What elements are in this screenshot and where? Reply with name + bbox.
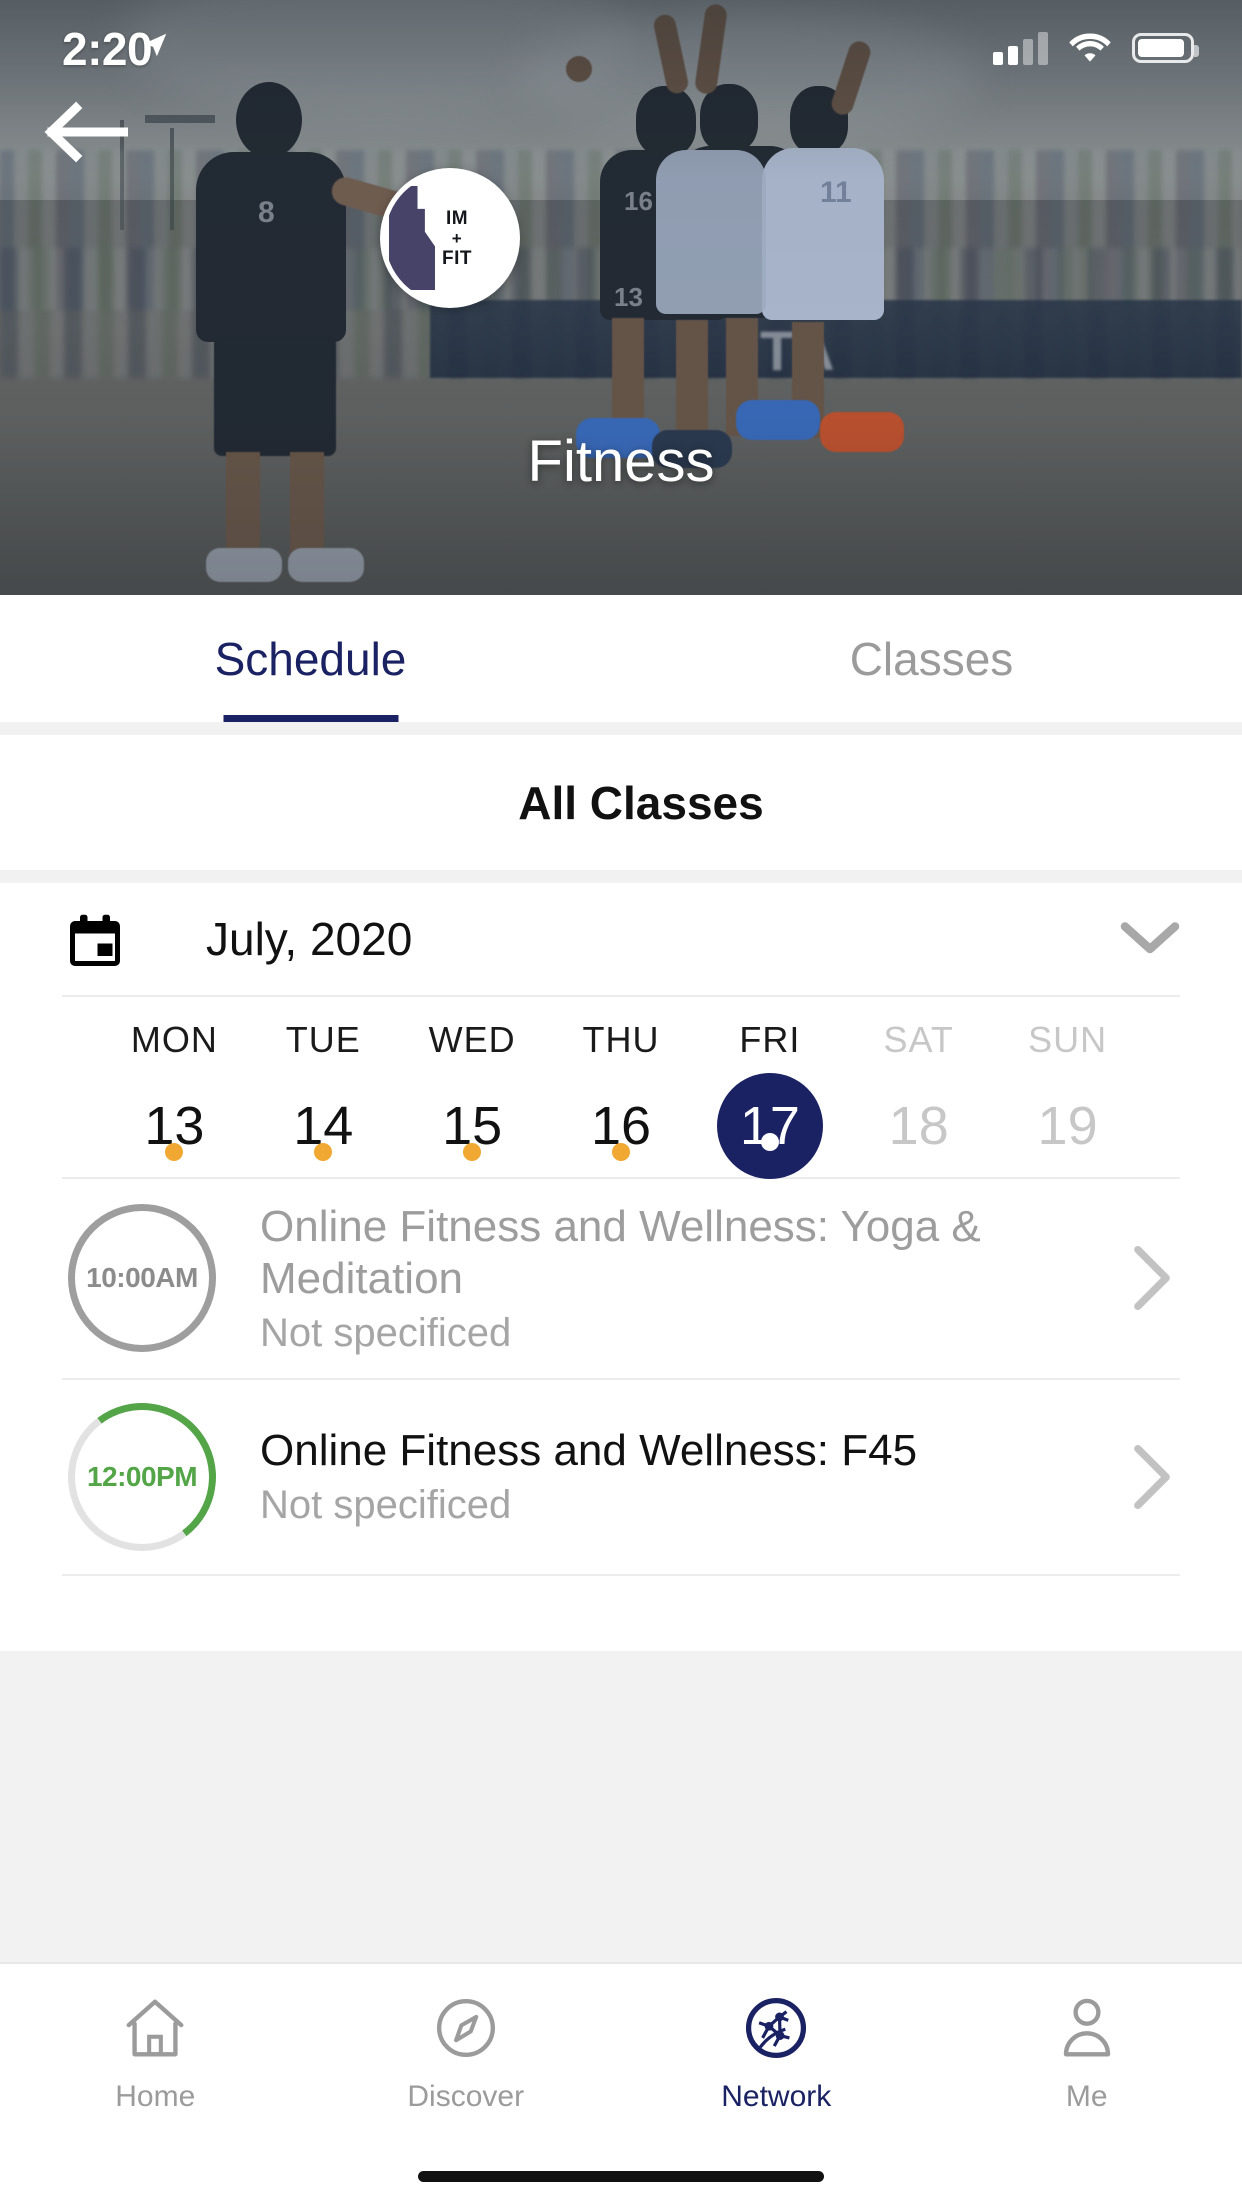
battery-icon [1132, 33, 1199, 63]
nav-item-network[interactable]: Network [621, 1990, 932, 2114]
logo-plus: + [451, 228, 463, 248]
cellular-signal-icon [993, 31, 1048, 65]
day-cell-sun[interactable]: SUN 19 [993, 997, 1142, 1177]
day-cell-tue[interactable]: TUE 14 [249, 997, 398, 1177]
day-of-week: TUE [285, 1019, 361, 1060]
class-title: Online Fitness and Wellness: F45 [260, 1426, 918, 1476]
day-cell-fri[interactable]: FRI 17 [695, 997, 844, 1179]
month-selector[interactable]: July, 2020 [62, 883, 1180, 997]
chevron-right-icon[interactable] [1130, 1443, 1174, 1511]
class-info: Online Fitness and Wellness: Yoga & Medi… [260, 1201, 1180, 1356]
chevron-down-icon[interactable] [1120, 919, 1180, 959]
nav-label-discover: Discover [407, 2080, 525, 2113]
day-of-week: FRI [739, 1019, 801, 1060]
day-number: 18 [888, 1096, 949, 1156]
class-filter-header[interactable]: All Classes [0, 735, 1242, 870]
tab-divider [0, 722, 1242, 735]
tab-schedule[interactable]: Schedule [0, 595, 621, 722]
person-icon [1049, 1990, 1125, 2066]
day-cell-sat[interactable]: SAT 18 [844, 997, 993, 1177]
day-number-selected: 17 [716, 1073, 823, 1179]
tab-schedule-label: Schedule [214, 632, 407, 685]
home-indicator[interactable] [418, 2171, 824, 2182]
day-of-week: MON [130, 1019, 218, 1060]
nav-label-network: Network [721, 2080, 832, 2113]
class-info: Online Fitness and Wellness: F45 Not spe… [260, 1425, 1180, 1528]
day-of-week: SUN [1028, 1019, 1108, 1060]
nav-item-me[interactable]: Me [932, 1990, 1242, 2114]
day-cell-wed[interactable]: WED 15 [398, 997, 547, 1177]
section-tabs: Schedule Classes [0, 595, 1242, 722]
class-time-badge: 12:00PM [58, 1393, 226, 1561]
day-cell-thu[interactable]: THU 16 [547, 997, 696, 1177]
location-arrow-icon [143, 33, 167, 57]
class-time: 12:00PM [86, 1460, 198, 1492]
status-bar: 2:20 [0, 0, 1242, 92]
day-number: 14 [293, 1096, 354, 1156]
class-list-item[interactable]: 12:00PM Online Fitness and Wellness: F45… [58, 1380, 1180, 1576]
month-label: July, 2020 [206, 913, 413, 965]
calendar-panel: July, 2020 MON 13 TUE 14 WED 15 THU 16 F… [0, 883, 1242, 1576]
compass-icon [428, 1990, 504, 2066]
day-of-week: SAT [883, 1019, 954, 1060]
day-cell-mon[interactable]: MON 13 [100, 997, 249, 1177]
network-icon [738, 1990, 814, 2066]
empty-content-area [0, 1651, 1242, 1962]
day-of-week: THU [582, 1019, 660, 1060]
day-number: 16 [590, 1096, 652, 1156]
event-dot-selected [760, 1133, 779, 1151]
day-number: 13 [144, 1096, 205, 1156]
day-of-week: WED [428, 1019, 516, 1060]
page-title: Fitness [527, 429, 715, 494]
nav-label-home: Home [115, 2080, 196, 2113]
nav-item-home[interactable]: Home [0, 1990, 311, 2114]
class-title: Online Fitness and Wellness: Yoga & Medi… [260, 1202, 981, 1303]
nav-label-me: Me [1065, 2080, 1108, 2113]
status-indicators [993, 26, 1199, 70]
class-list-item[interactable]: 10:00AM Online Fitness and Wellness: Yog… [62, 1179, 1180, 1380]
logo-line-2: FIT [442, 247, 472, 269]
filter-divider [0, 870, 1242, 883]
tab-classes-label: Classes [849, 632, 1014, 685]
calendar-icon [70, 914, 120, 966]
home-icon [117, 1990, 193, 2066]
class-filter-label: All Classes [518, 776, 764, 829]
class-location: Not specificed [260, 1310, 512, 1355]
day-number: 15 [442, 1096, 503, 1156]
class-location: Not specificed [260, 1483, 512, 1528]
logo-inner: IM + FIT [389, 186, 505, 290]
wifi-icon [1069, 33, 1111, 62]
status-time: 2:20 [62, 23, 153, 75]
chevron-right-icon[interactable] [1130, 1244, 1174, 1312]
bottom-navigation: Home Discover Network Me [0, 1962, 1242, 2208]
logo-text: IM + FIT [428, 209, 472, 268]
logo-line-1: IM [445, 207, 469, 229]
nav-item-discover[interactable]: Discover [311, 1990, 622, 2114]
class-time: 10:00AM [86, 1262, 198, 1294]
day-number: 19 [1037, 1096, 1098, 1156]
class-time-badge: 10:00AM [68, 1204, 216, 1353]
week-day-strip: MON 13 TUE 14 WED 15 THU 16 FRI 17 SAT 1… [62, 997, 1180, 1179]
back-button[interactable] [30, 88, 140, 176]
event-dot [612, 1143, 630, 1161]
back-arrow-icon [44, 101, 128, 163]
tab-classes[interactable]: Classes [621, 595, 1242, 722]
organization-logo[interactable]: IM + FIT [380, 168, 520, 308]
